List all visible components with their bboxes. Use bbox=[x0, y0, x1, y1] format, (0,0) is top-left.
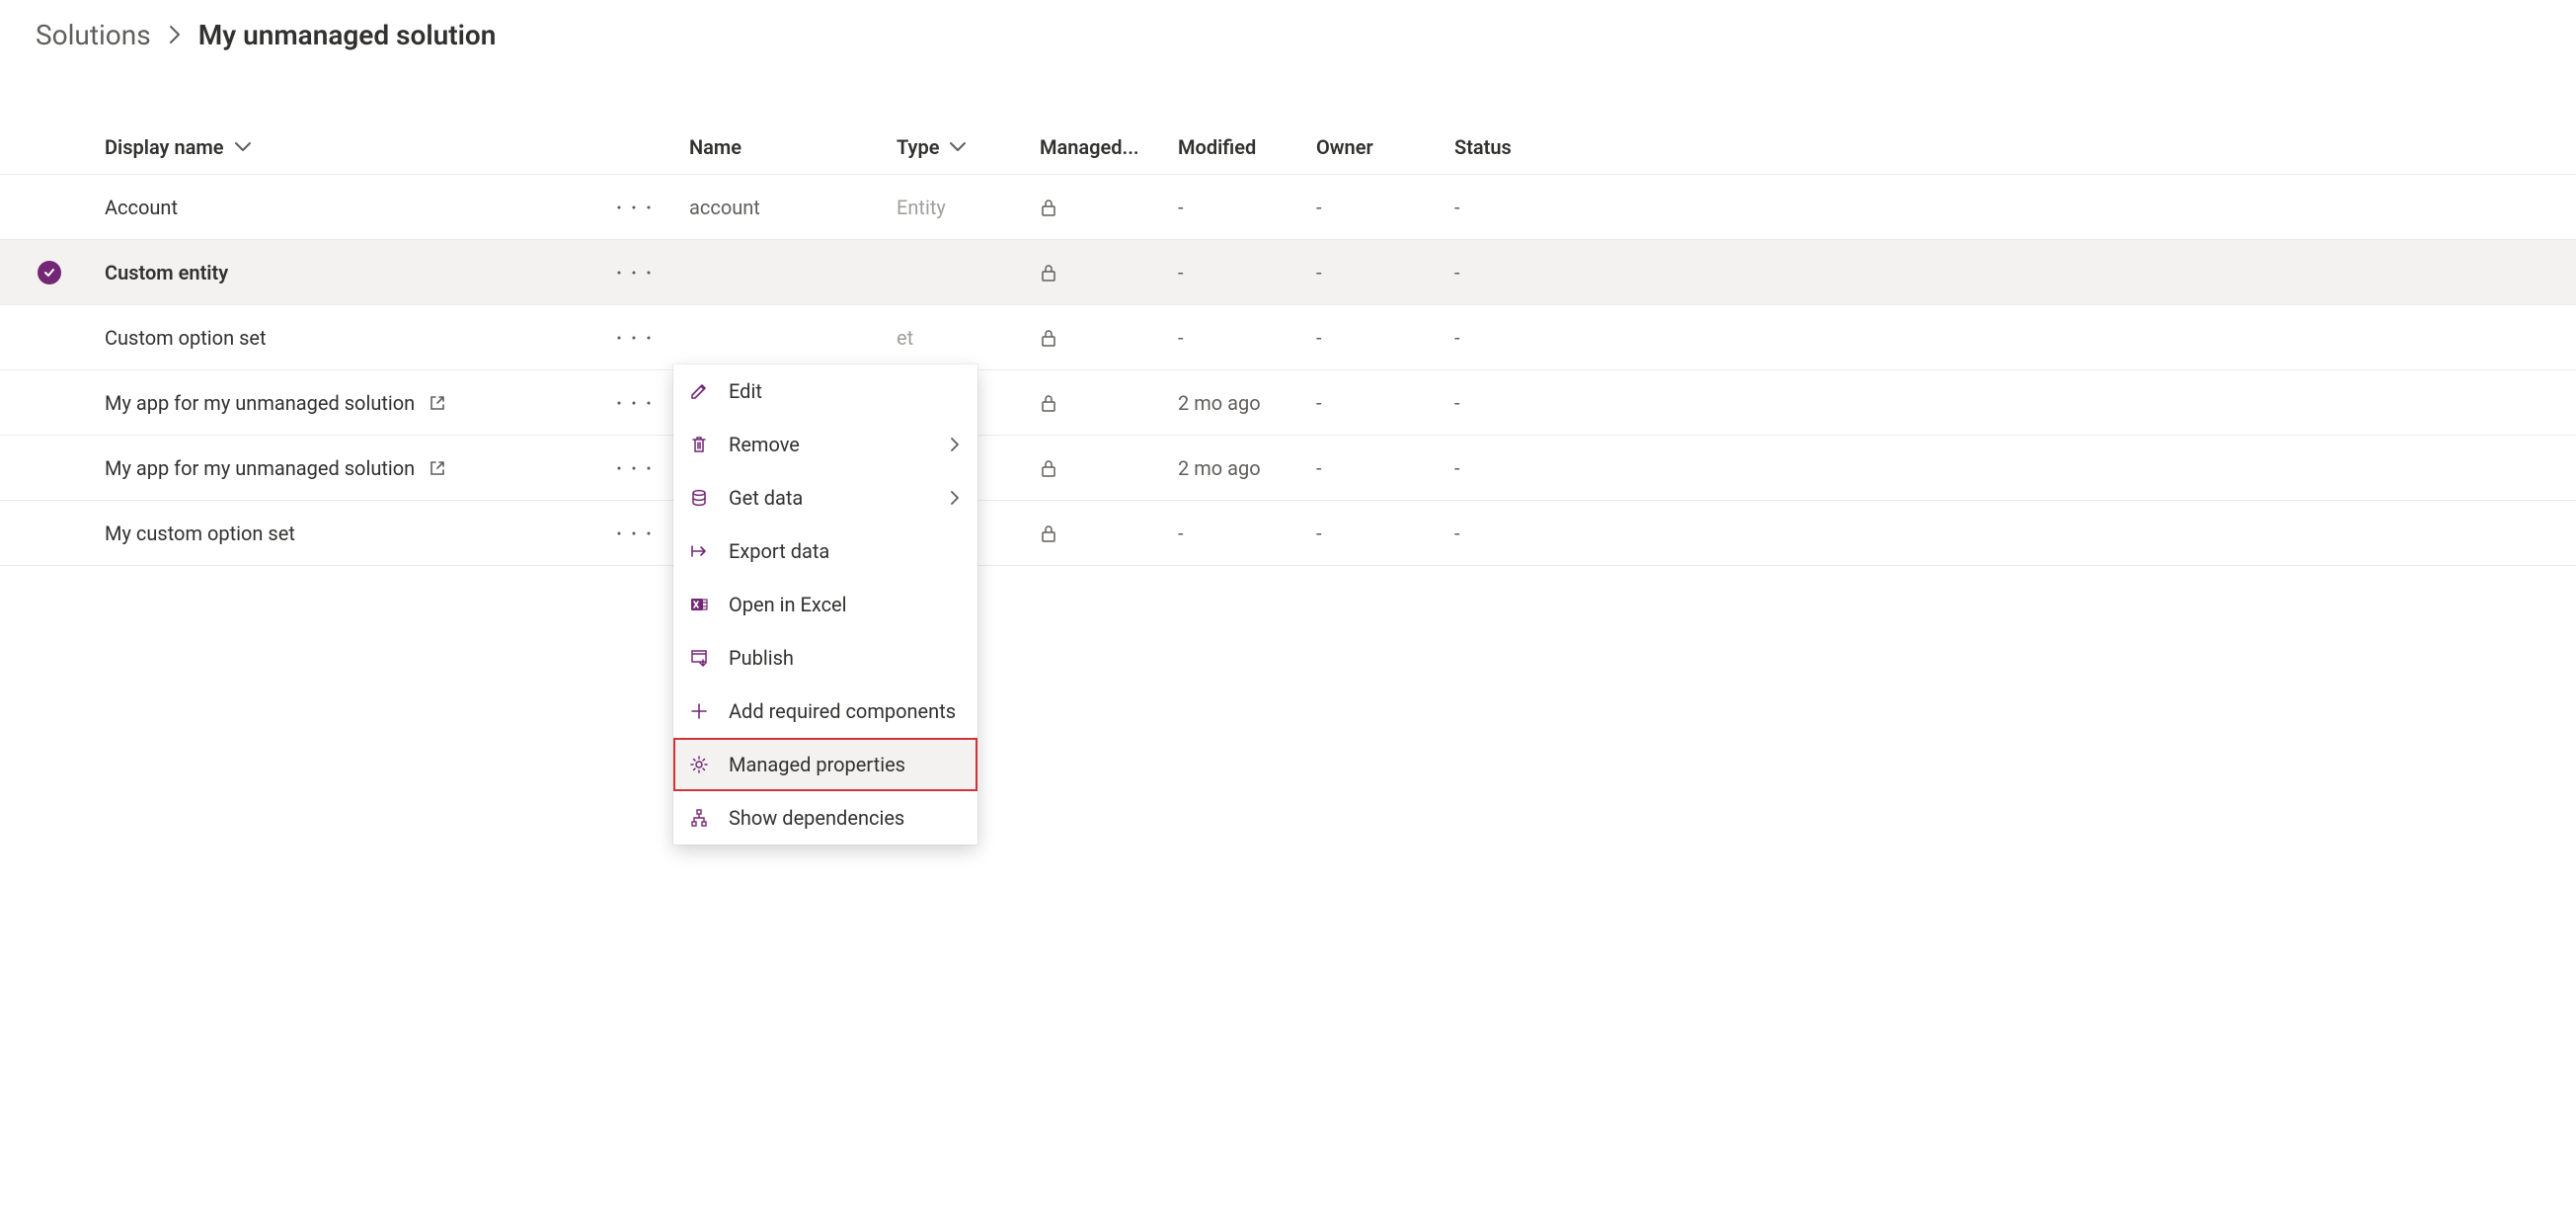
table-row[interactable]: My app for my unmanaged solution· · ·ive… bbox=[0, 370, 2576, 436]
breadcrumb: Solutions My unmanaged solution bbox=[0, 11, 2576, 58]
column-header-modified[interactable]: Modified bbox=[1178, 135, 1316, 159]
row-status: - bbox=[1454, 261, 1573, 284]
menu-item-label: Edit bbox=[729, 379, 762, 403]
row-status: - bbox=[1454, 196, 1573, 219]
row-modified: - bbox=[1178, 196, 1316, 219]
table-header: Display name Name Type Managed... Modifi… bbox=[0, 120, 2576, 175]
table-row[interactable]: Account· · ·accountEntity--- bbox=[0, 175, 2576, 240]
context-menu: Edit Remove Get data bbox=[673, 364, 977, 845]
row-display-name[interactable]: My app for my unmanaged solution bbox=[105, 391, 415, 415]
row-owner: - bbox=[1316, 522, 1454, 545]
row-owner: - bbox=[1316, 196, 1454, 219]
row-more-actions[interactable]: · · · bbox=[616, 522, 654, 545]
database-icon bbox=[687, 488, 711, 508]
trash-icon bbox=[687, 435, 711, 454]
row-owner: - bbox=[1316, 456, 1454, 480]
hierarchy-icon bbox=[687, 808, 711, 828]
row-more-actions[interactable]: · · · bbox=[616, 391, 654, 415]
lock-icon bbox=[1040, 524, 1178, 543]
lock-icon bbox=[1040, 198, 1178, 217]
menu-item-add-required[interactable]: Add required components bbox=[673, 685, 977, 738]
lock-icon bbox=[1040, 328, 1178, 348]
row-selected-check-icon[interactable] bbox=[38, 261, 61, 284]
row-status: - bbox=[1454, 522, 1573, 545]
export-icon bbox=[687, 541, 711, 561]
open-external-icon[interactable] bbox=[429, 459, 446, 477]
gear-icon bbox=[687, 755, 711, 774]
row-more-actions[interactable]: · · · bbox=[616, 326, 654, 350]
row-display-name[interactable]: Account bbox=[105, 196, 178, 219]
menu-item-label: Export data bbox=[729, 539, 829, 563]
row-more-actions[interactable]: · · · bbox=[616, 261, 654, 284]
menu-item-label: Add required components bbox=[729, 699, 956, 723]
menu-item-label: Open in Excel bbox=[729, 593, 847, 616]
row-display-name[interactable]: Custom entity bbox=[105, 261, 228, 284]
menu-item-label: Remove bbox=[729, 433, 800, 456]
table-row[interactable]: Custom option set· · ·et--- bbox=[0, 305, 2576, 370]
publish-icon bbox=[687, 648, 711, 668]
row-modified: 2 mo ago bbox=[1178, 391, 1316, 415]
lock-icon bbox=[1040, 458, 1178, 478]
row-display-name[interactable]: My custom option set bbox=[105, 522, 295, 545]
pencil-icon bbox=[687, 381, 711, 401]
row-modified: - bbox=[1178, 261, 1316, 284]
lock-icon bbox=[1040, 263, 1178, 282]
menu-item-label: Publish bbox=[729, 646, 794, 670]
column-header-type[interactable]: Type bbox=[897, 135, 1040, 159]
column-header-status[interactable]: Status bbox=[1454, 135, 1573, 159]
row-modified: 2 mo ago bbox=[1178, 456, 1316, 480]
breadcrumb-root-link[interactable]: Solutions bbox=[36, 19, 151, 51]
row-status: - bbox=[1454, 456, 1573, 480]
row-name: account bbox=[689, 196, 897, 219]
row-more-actions[interactable]: · · · bbox=[616, 456, 654, 480]
menu-item-label: Show dependencies bbox=[729, 806, 904, 830]
menu-item-get-data[interactable]: Get data bbox=[673, 471, 977, 524]
row-display-name[interactable]: My app for my unmanaged solution bbox=[105, 456, 415, 480]
excel-icon bbox=[687, 595, 711, 614]
row-status: - bbox=[1454, 391, 1573, 415]
menu-item-export-data[interactable]: Export data bbox=[673, 524, 977, 578]
row-modified: - bbox=[1178, 522, 1316, 545]
chevron-down-icon bbox=[234, 141, 252, 153]
plus-icon bbox=[687, 701, 711, 721]
open-external-icon[interactable] bbox=[429, 394, 446, 412]
row-type: et bbox=[897, 326, 1040, 350]
chevron-right-icon bbox=[950, 437, 960, 452]
menu-item-label: Managed properties bbox=[729, 753, 905, 776]
table-row[interactable]: My custom option set· · ·et--- bbox=[0, 501, 2576, 566]
row-owner: - bbox=[1316, 391, 1454, 415]
menu-item-remove[interactable]: Remove bbox=[673, 418, 977, 471]
column-header-name[interactable]: Name bbox=[689, 135, 897, 159]
row-owner: - bbox=[1316, 261, 1454, 284]
chevron-right-icon bbox=[169, 25, 181, 44]
column-header-display-name[interactable]: Display name bbox=[99, 135, 689, 159]
chevron-down-icon bbox=[949, 141, 967, 153]
table-row[interactable]: My app for my unmanaged solution· · ·ens… bbox=[0, 436, 2576, 501]
chevron-right-icon bbox=[950, 490, 960, 506]
menu-item-managed-properties[interactable]: Managed properties bbox=[673, 738, 977, 791]
column-header-managed[interactable]: Managed... bbox=[1040, 135, 1178, 159]
row-status: - bbox=[1454, 326, 1573, 350]
row-more-actions[interactable]: · · · bbox=[616, 196, 654, 219]
breadcrumb-current: My unmanaged solution bbox=[198, 19, 497, 51]
lock-icon bbox=[1040, 393, 1178, 413]
menu-item-edit[interactable]: Edit bbox=[673, 364, 977, 418]
column-header-owner[interactable]: Owner bbox=[1316, 135, 1454, 159]
menu-item-publish[interactable]: Publish bbox=[673, 631, 977, 685]
row-display-name[interactable]: Custom option set bbox=[105, 326, 267, 350]
row-owner: - bbox=[1316, 326, 1454, 350]
menu-item-show-dependencies[interactable]: Show dependencies bbox=[673, 791, 977, 845]
row-type: Entity bbox=[897, 196, 1040, 219]
row-modified: - bbox=[1178, 326, 1316, 350]
menu-item-open-excel[interactable]: Open in Excel bbox=[673, 578, 977, 631]
table-row[interactable]: Custom entity· · ·--- bbox=[0, 240, 2576, 305]
menu-item-label: Get data bbox=[729, 486, 803, 510]
